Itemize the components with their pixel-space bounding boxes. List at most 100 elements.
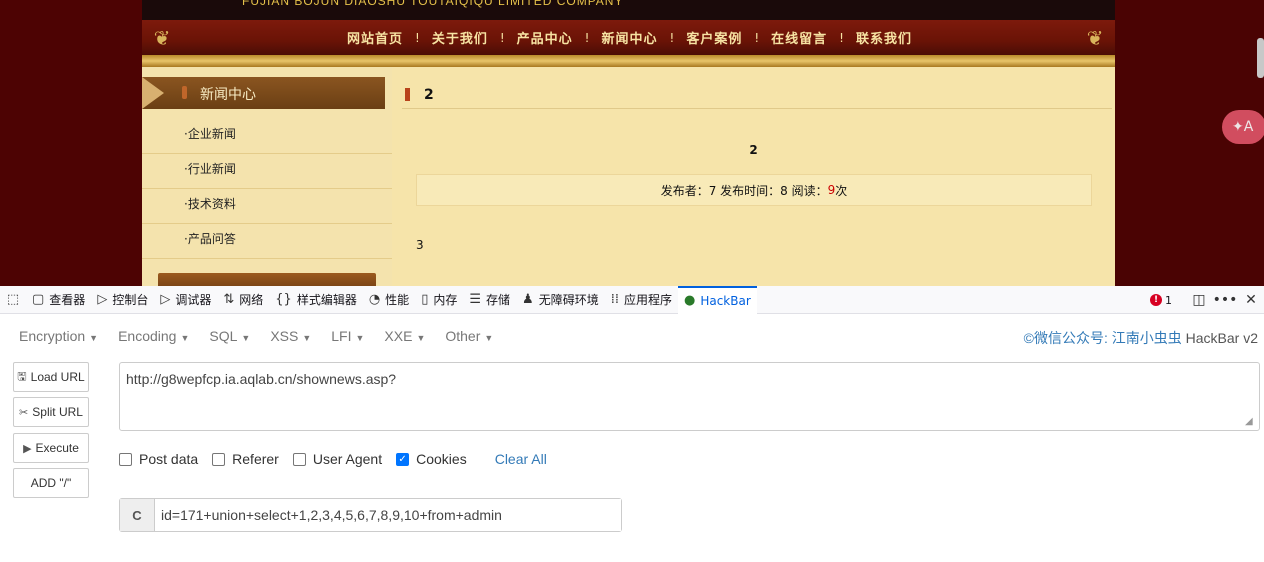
play-icon: ▶ <box>23 442 32 455</box>
tab-performance[interactable]: ◔ 性能 <box>363 286 415 314</box>
menu-sql[interactable]: SQL ▼ <box>209 328 250 344</box>
referer-checkbox[interactable] <box>212 452 226 466</box>
sidebar-title: 新闻中心 <box>200 87 256 103</box>
clear-all-link[interactable]: Clear All <box>495 451 547 467</box>
site-container: FUJIAN BOJUN DIAOSHU TOUTAIQIQU LIMITED … <box>142 0 1115 286</box>
hackbar-icon: ● <box>683 293 696 308</box>
close-icon[interactable]: ✕ <box>1238 292 1264 308</box>
load-icon: 🖫 <box>17 370 27 383</box>
page-background-left <box>0 0 142 286</box>
cookie-label: C <box>120 499 155 531</box>
cookie-input[interactable] <box>155 499 621 531</box>
nav-home[interactable]: 网站首页 <box>347 28 403 47</box>
menu-encoding[interactable]: Encoding ▼ <box>118 328 189 344</box>
caret-down-icon: ▼ <box>355 333 365 343</box>
nav-cases[interactable]: 客户案例 <box>686 28 742 47</box>
grid-icon: ⁞⁞ <box>610 292 619 307</box>
sidebar-second-header <box>158 273 376 286</box>
tab-inspector[interactable]: ▢ 查看器 <box>26 286 91 314</box>
sidebar-item-tech-docs[interactable]: ·技术资料 <box>142 189 392 224</box>
hackbar-panel: Encryption ▼ Encoding ▼ SQL ▼ XSS ▼ LFI ▼ XXE… <box>0 315 1264 562</box>
nav-products[interactable]: 产品中心 <box>517 28 573 47</box>
tab-network[interactable]: ⇅ 网络 <box>217 286 269 314</box>
hackbar-menu: Encryption ▼ Encoding ▼ SQL ▼ XSS ▼ LFI ▼ XXE… <box>0 315 1264 357</box>
referer-option[interactable]: Referer <box>212 451 279 467</box>
page-scrollbar-thumb[interactable] <box>1257 38 1264 78</box>
panel-heading: 2 <box>424 87 434 103</box>
article-panel: 2 2 发布者：7 发布时间：8 阅读： 9 次 3 <box>392 67 1115 286</box>
tab-hackbar[interactable]: ● HackBar <box>677 285 757 314</box>
tab-debugger[interactable]: ▷ 调试器 <box>154 286 217 314</box>
dock-icon[interactable]: ◫ <box>1186 292 1212 308</box>
brand-version: HackBar v2 <box>1181 330 1258 346</box>
menu-encryption[interactable]: Encryption ▼ <box>19 328 98 344</box>
memory-icon: ▯ <box>421 292 429 307</box>
post-data-checkbox[interactable] <box>119 452 132 466</box>
nav-about[interactable]: 关于我们 <box>432 28 488 47</box>
sidebar-list: ·企业新闻 ·行业新闻 ·技术资料 ·产品问答 <box>142 119 392 259</box>
accessibility-icon: ♟ <box>522 292 534 307</box>
execute-button[interactable]: ▶ Execute <box>13 433 89 463</box>
meta-suffix: 次 <box>835 183 848 198</box>
inspector-icon: ▢ <box>32 292 45 307</box>
post-data-option[interactable]: Post data <box>119 451 198 467</box>
nav-news[interactable]: 新闻中心 <box>601 28 657 47</box>
devtools-actions: ! 1 ◫ ••• ✕ <box>1150 286 1264 314</box>
meta-text: 发布者：7 发布时间：8 阅读： <box>660 183 828 198</box>
translate-icon[interactable]: ✦A <box>1222 110 1264 144</box>
more-options-icon[interactable]: ••• <box>1212 292 1238 308</box>
error-counter[interactable]: ! 1 <box>1150 294 1172 307</box>
caret-down-icon: ▼ <box>89 333 99 343</box>
ornament-right-icon: ❦ <box>1086 25 1104 50</box>
add-slash-button[interactable]: ADD "/" <box>13 468 89 498</box>
article-body: 3 <box>416 238 424 252</box>
website-viewport: ✦A FUJIAN BOJUN DIAOSHU TOUTAIQIQU LIMIT… <box>0 0 1264 286</box>
debugger-icon: ▷ <box>160 292 171 307</box>
tab-application[interactable]: ⁞⁞ 应用程序 <box>605 286 678 314</box>
scissors-icon: ✂ <box>19 406 29 419</box>
triangle-icon <box>142 77 164 109</box>
resize-grip-icon[interactable]: ◢ <box>1245 416 1257 428</box>
caret-down-icon: ▼ <box>302 333 312 343</box>
error-icon: ! <box>1150 294 1162 306</box>
company-banner: FUJIAN BOJUN DIAOSHU TOUTAIQIQU LIMITED … <box>142 0 1115 20</box>
tab-console[interactable]: ▷ 控制台 <box>91 286 154 314</box>
menu-lfi[interactable]: LFI ▼ <box>331 328 364 344</box>
company-name: FUJIAN BOJUN DIAOSHU TOUTAIQIQU LIMITED … <box>242 0 624 8</box>
bullet-icon <box>182 86 187 99</box>
user-agent-checkbox[interactable] <box>292 452 306 466</box>
user-agent-option[interactable]: User Agent <box>292 451 382 467</box>
sidebar-item-product-qa[interactable]: ·产品问答 <box>142 224 392 259</box>
bullet-icon <box>405 88 410 101</box>
network-icon: ⇅ <box>223 292 235 307</box>
nav-message[interactable]: 在线留言 <box>771 28 827 47</box>
tab-storage[interactable]: ☰ 存储 <box>463 286 516 314</box>
hackbar-brand[interactable]: ©微信公众号: 江南小虫虫 HackBar v2 <box>1024 328 1258 348</box>
load-url-button[interactable]: 🖫 Load URL <box>13 362 89 392</box>
menu-xss[interactable]: XSS ▼ <box>270 328 311 344</box>
menu-other[interactable]: Other ▼ <box>445 328 493 344</box>
read-count: 9 <box>827 183 836 197</box>
cookies-checkbox[interactable]: ✓ <box>396 452 410 466</box>
caret-down-icon: ▼ <box>241 333 251 343</box>
menu-xxe[interactable]: XXE ▼ <box>384 328 425 344</box>
tab-memory[interactable]: ▯ 内存 <box>415 286 463 314</box>
article-meta: 发布者：7 发布时间：8 阅读： 9 次 <box>416 174 1092 206</box>
cookies-option[interactable]: ✓ Cookies <box>396 451 467 467</box>
caret-down-icon: ▼ <box>180 333 190 343</box>
news-sidebar: 新闻中心 ·企业新闻 ·行业新闻 ·技术资料 ·产品问答 <box>142 67 392 286</box>
nav-contact[interactable]: 联系我们 <box>856 28 912 47</box>
url-textarea[interactable]: http://g8wepfcp.ia.aqlab.cn/shownews.asp… <box>119 362 1260 431</box>
tab-style-editor[interactable]: {} 样式编辑器 <box>269 286 363 314</box>
sidebar-header: 新闻中心 <box>142 77 385 109</box>
split-url-button[interactable]: ✂ Split URL <box>13 397 89 427</box>
caret-down-icon: ▼ <box>484 333 494 343</box>
cookie-field: C <box>119 498 622 532</box>
element-picker-icon[interactable]: ⬚ <box>0 292 26 307</box>
sidebar-item-company-news[interactable]: ·企业新闻 <box>142 119 392 154</box>
sidebar-item-industry-news[interactable]: ·行业新闻 <box>142 154 392 189</box>
tab-accessibility[interactable]: ♟ 无障碍环境 <box>516 286 605 314</box>
brand-link[interactable]: ©微信公众号: 江南小虫虫 <box>1024 330 1182 346</box>
ornament-left-icon: ❦ <box>153 25 171 50</box>
main-nav: ❦ 网站首页 ! 关于我们 ! 产品中心 ! 新闻中心 ! 客户案例 ! 在线留… <box>142 20 1115 55</box>
